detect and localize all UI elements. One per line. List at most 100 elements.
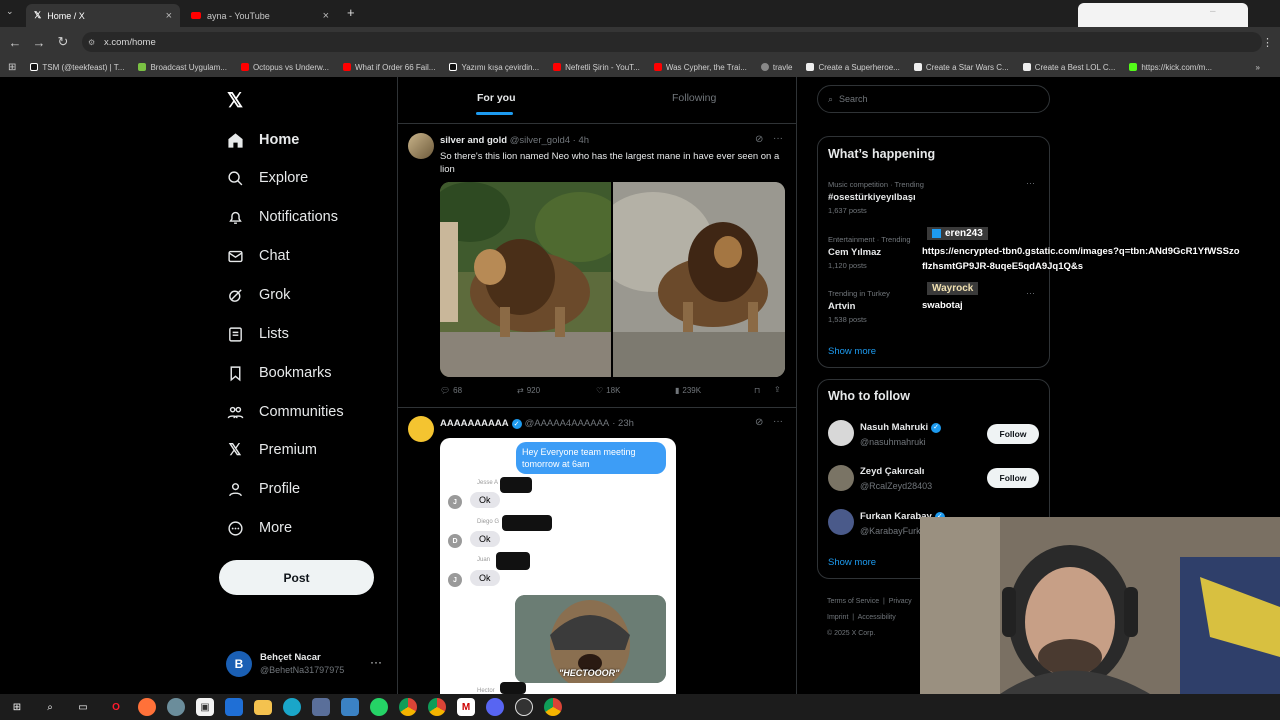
- url-bar[interactable]: ⚙ x.com/home: [82, 32, 1262, 52]
- sidebar-item-communities[interactable]: Communities: [226, 397, 344, 427]
- forward-icon[interactable]: →: [27, 35, 51, 50]
- chrome-icon[interactable]: [399, 698, 417, 716]
- app-icon[interactable]: [341, 698, 359, 716]
- bookmark-item[interactable]: travle: [760, 63, 792, 72]
- apps-grid-icon[interactable]: ⊞: [8, 62, 16, 73]
- close-tab-icon[interactable]: ×: [166, 10, 172, 22]
- app-icon[interactable]: [167, 698, 185, 716]
- minimize-icon[interactable]: –: [1210, 6, 1216, 17]
- bookmark-item[interactable]: What if Order 66 Fail...: [342, 63, 435, 72]
- views-button[interactable]: ▮ 239K: [675, 386, 701, 395]
- search-input[interactable]: ⌕ Search: [817, 85, 1050, 113]
- back-icon[interactable]: ←: [3, 35, 27, 50]
- footer-link[interactable]: Imprint: [827, 614, 848, 621]
- show-more-link[interactable]: Show more: [828, 557, 876, 568]
- more-bookmarks-icon[interactable]: »: [1256, 63, 1260, 72]
- avatar[interactable]: [828, 465, 854, 491]
- follow-button[interactable]: Follow: [987, 424, 1039, 444]
- sidebar-item-bookmarks[interactable]: Bookmarks: [226, 358, 332, 388]
- tweet-author[interactable]: silver and gold: [440, 135, 507, 146]
- tab-for-you[interactable]: For you: [477, 92, 516, 104]
- trend-more-icon[interactable]: ···: [1026, 178, 1035, 188]
- bookmark-item[interactable]: Create a Best LOL C...: [1022, 63, 1115, 72]
- close-tab-icon[interactable]: ×: [323, 10, 329, 22]
- app-icon[interactable]: [312, 698, 330, 716]
- tweet-handle[interactable]: @AAAAA4AAAAAA: [525, 418, 610, 429]
- sidebar-item-explore[interactable]: Explore: [226, 163, 308, 193]
- task-view-icon[interactable]: ▭: [72, 696, 94, 718]
- follow-suggestion[interactable]: Zeyd Çakırcalı @RcalZeyd28403: [860, 465, 932, 493]
- bookmark-item[interactable]: Nefretli Şirin - YouT...: [553, 63, 640, 72]
- sidebar-item-grok[interactable]: Grok: [226, 280, 290, 310]
- share-icon[interactable]: ⇪: [774, 385, 781, 394]
- grok-icon[interactable]: ⊘: [755, 417, 763, 428]
- sidebar-item-more[interactable]: More: [226, 513, 292, 543]
- avatar[interactable]: [408, 133, 434, 159]
- tweet-image-lion-2[interactable]: [613, 182, 785, 377]
- site-info-icon[interactable]: ⚙: [88, 38, 95, 47]
- footer-link[interactable]: Terms of Service: [827, 598, 879, 605]
- bookmark-item[interactable]: Create a Star Wars C...: [913, 63, 1009, 72]
- edge-icon[interactable]: [283, 698, 301, 716]
- obs-icon[interactable]: [515, 698, 533, 716]
- windows-start-icon[interactable]: ⊞: [6, 696, 28, 718]
- post-button[interactable]: Post: [219, 560, 374, 595]
- account-more-icon[interactable]: ···: [370, 655, 382, 669]
- grok-icon[interactable]: ⊘: [755, 134, 763, 145]
- show-more-link[interactable]: Show more: [828, 346, 876, 357]
- avatar[interactable]: [828, 420, 854, 446]
- bookmark-item[interactable]: TSM (@teekfeast) | T...: [30, 63, 124, 72]
- tab-x-home[interactable]: 𝕏 Home / X ×: [26, 4, 180, 27]
- tweet-image-lion-1[interactable]: [440, 182, 611, 377]
- tweet-image-chat-meme[interactable]: Hey Everyone team meeting tomorrow at 6a…: [440, 438, 676, 694]
- chrome-icon[interactable]: [544, 698, 562, 716]
- reply-button[interactable]: 💬︎ 68: [440, 386, 462, 395]
- discord-icon[interactable]: [486, 698, 504, 716]
- app-icon[interactable]: M: [457, 698, 475, 716]
- reload-icon[interactable]: ↻: [51, 34, 75, 50]
- trend-more-icon[interactable]: ···: [1026, 288, 1035, 298]
- tab-following[interactable]: Following: [672, 92, 716, 104]
- bookmark-item[interactable]: Was Cypher, the Trai...: [653, 63, 747, 72]
- chrome-icon[interactable]: [428, 698, 446, 716]
- retweet-button[interactable]: ⇄ 920: [517, 386, 540, 395]
- sidebar-item-notifications[interactable]: Notifications: [226, 202, 338, 232]
- tab-youtube[interactable]: ayna - YouTube ×: [183, 4, 337, 27]
- avatar[interactable]: [828, 509, 854, 535]
- bookmark-item[interactable]: Octopus vs Underw...: [240, 63, 329, 72]
- bookmark-tweet-icon[interactable]: ⊓: [754, 386, 760, 395]
- bookmark-item[interactable]: https://kick.com/m...: [1129, 63, 1212, 72]
- sidebar-item-profile[interactable]: Profile: [226, 474, 300, 504]
- search-icon[interactable]: ⌕: [39, 696, 61, 718]
- tweet-handle[interactable]: @silver_gold4: [510, 135, 570, 146]
- account-switcher[interactable]: B Behçet Nacar @BehetNa31797975: [226, 648, 386, 680]
- firefox-icon[interactable]: [138, 698, 156, 716]
- tweet-time[interactable]: · 4h: [573, 135, 589, 146]
- file-explorer-icon[interactable]: [254, 699, 272, 715]
- bookmark-item[interactable]: Create a Superheroe...: [806, 63, 900, 72]
- bookmark-item[interactable]: Broadcast Uygulam...: [138, 63, 227, 72]
- store-icon[interactable]: ▣: [196, 698, 214, 716]
- bookmark-item[interactable]: Yazımı kışa çevirdin...: [449, 63, 539, 72]
- avatar[interactable]: [408, 416, 434, 442]
- mail-icon[interactable]: [225, 698, 243, 716]
- more-icon[interactable]: ···: [773, 416, 783, 427]
- footer-link[interactable]: Accessibility: [858, 614, 896, 621]
- tweet-time[interactable]: · 23h: [612, 418, 634, 429]
- more-icon[interactable]: ···: [773, 133, 783, 144]
- follow-suggestion[interactable]: Nasuh Mahruki ✓ @nasuhmahruki: [860, 421, 942, 449]
- sidebar-item-chat[interactable]: Chat: [226, 241, 290, 271]
- x-logo-icon[interactable]: 𝕏: [227, 88, 243, 113]
- browser-menu-icon[interactable]: ⋮: [1262, 36, 1273, 49]
- follow-button[interactable]: Follow: [987, 468, 1039, 488]
- tab-list-chevron-icon[interactable]: ⌄: [6, 6, 14, 17]
- opera-icon[interactable]: O: [105, 696, 127, 718]
- tweet-author[interactable]: AAAAAAAAAA: [440, 418, 509, 429]
- whatsapp-icon[interactable]: [370, 698, 388, 716]
- sidebar-item-lists[interactable]: Lists: [226, 319, 289, 349]
- like-button[interactable]: ♡ 18K: [596, 386, 620, 395]
- trend-item[interactable]: Music competition · Trending #osestürkiy…: [828, 178, 1038, 217]
- sidebar-item-home[interactable]: Home: [226, 125, 299, 155]
- footer-link[interactable]: Privacy: [889, 598, 912, 605]
- new-tab-icon[interactable]: +: [347, 5, 355, 20]
